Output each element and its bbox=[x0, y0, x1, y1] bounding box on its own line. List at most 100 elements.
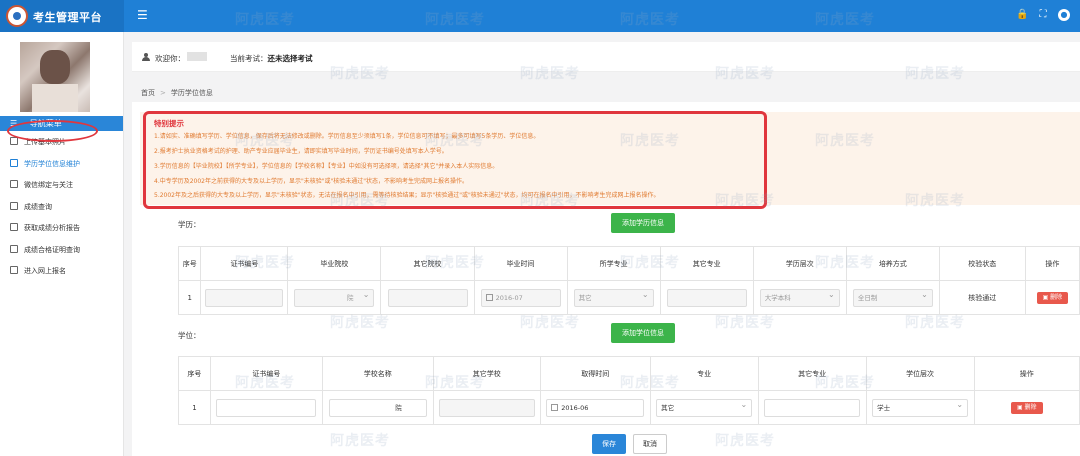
breadcrumb-current: 学历学位信息 bbox=[170, 89, 213, 97]
certificate-icon bbox=[10, 244, 18, 253]
delete-education-button[interactable]: ▣ 删除 bbox=[1036, 291, 1069, 304]
breadcrumb-home[interactable]: 首页 bbox=[141, 89, 155, 97]
top-bar: 考生管理平台 ☰ 🔒 ⛶ ● bbox=[0, 0, 1080, 32]
education-table: 序号 证书编号 毕业院校 其它院校 毕业时间 所学专业 其它专业 学历层次 培养… bbox=[177, 246, 1080, 315]
calendar-icon bbox=[485, 293, 493, 301]
major-select[interactable]: 其它 bbox=[573, 287, 654, 307]
brand: 考生管理平台 bbox=[0, 0, 124, 32]
column-header: 学位层次 bbox=[865, 356, 975, 391]
degree-level-select[interactable]: 学士 bbox=[872, 397, 969, 417]
user-icon[interactable]: ● bbox=[1058, 9, 1070, 21]
status-text: 核验通过 bbox=[938, 280, 1026, 315]
document-icon bbox=[10, 158, 18, 167]
level-select[interactable]: 大学本科 bbox=[759, 287, 840, 307]
table-row: 1 院 2016-06 其它 学士 ▣ 删除 bbox=[178, 390, 1080, 425]
row-index: 1 bbox=[177, 280, 202, 315]
column-header: 培养方式 bbox=[845, 246, 940, 281]
column-header: 其它专业 bbox=[757, 356, 867, 391]
logo-icon bbox=[6, 5, 28, 27]
add-degree-button[interactable]: 添加学位信息 bbox=[611, 323, 675, 343]
major-select[interactable]: 其它 bbox=[656, 397, 753, 417]
sidebar-item-label: 成绩合格证明查询 bbox=[24, 245, 80, 254]
top-icons: 🔒 ⛶ ● bbox=[1016, 9, 1070, 21]
exam-label: 当前考试： bbox=[230, 54, 268, 63]
degree-section-label: 学位： bbox=[178, 331, 201, 340]
column-header: 证书编号 bbox=[200, 246, 289, 281]
column-header: 其它专业 bbox=[659, 246, 754, 281]
grad-time-value: 2016-07 bbox=[495, 293, 523, 302]
sidebar-item-score-query[interactable]: 成绩查询 bbox=[0, 197, 123, 219]
lock-icon[interactable]: 🔒 bbox=[1016, 9, 1028, 21]
column-header: 其它院校 bbox=[380, 246, 475, 281]
mode-select[interactable]: 全日制 bbox=[852, 287, 933, 307]
app-title: 考生管理平台 bbox=[33, 11, 102, 24]
add-education-button[interactable]: 添加学历信息 bbox=[611, 213, 675, 233]
column-header: 操作 bbox=[973, 356, 1080, 391]
report-icon bbox=[10, 223, 18, 231]
highlight-circle bbox=[7, 120, 98, 142]
column-header: 所学专业 bbox=[566, 246, 661, 281]
delete-label: 删除 bbox=[1050, 293, 1063, 301]
enter-icon bbox=[10, 266, 18, 274]
column-header: 序号 bbox=[178, 356, 211, 391]
image-icon bbox=[10, 137, 18, 145]
sidebar-item-online-registration[interactable]: 进入网上报名 bbox=[0, 261, 123, 283]
sidebar-item-label: 获取成绩分析报告 bbox=[24, 224, 80, 232]
column-header: 操作 bbox=[1024, 246, 1080, 281]
delete-degree-button[interactable]: ▣ 删除 bbox=[1010, 401, 1043, 414]
sidebar-item-label: 成绩查询 bbox=[24, 202, 52, 211]
user-name-blurred bbox=[187, 52, 207, 61]
row-index: 1 bbox=[178, 390, 211, 425]
chat-icon bbox=[10, 180, 18, 188]
table-header-row: 序号 证书编号 毕业院校 其它院校 毕业时间 所学专业 其它专业 学历层次 培养… bbox=[177, 246, 1080, 281]
sidebar-item-certificate-query[interactable]: 成绩合格证明查询 bbox=[0, 240, 123, 262]
column-header: 毕业院校 bbox=[287, 246, 382, 281]
table-header-row: 序号 证书编号 学校名称 其它学校 取得时间 专业 其它专业 学位层次 操作 bbox=[178, 356, 1080, 391]
fullscreen-icon[interactable]: ⛶ bbox=[1037, 9, 1049, 21]
sidebar-item-label: 进入网上报名 bbox=[24, 267, 66, 275]
other-school-input[interactable] bbox=[438, 398, 535, 417]
sidebar-item-wechat[interactable]: 微信绑定与关注 bbox=[0, 175, 123, 197]
cancel-button[interactable]: 取消 bbox=[633, 434, 667, 454]
school-select[interactable]: 院 bbox=[294, 287, 375, 307]
sidebar-item-label: 学历学位信息维护 bbox=[24, 159, 80, 168]
calendar-icon bbox=[551, 403, 559, 411]
column-header: 学历层次 bbox=[752, 246, 847, 281]
table-row: 1 院 2016-07 其它 大学本科 全日制 核验通过 ▣ 删除 bbox=[177, 280, 1080, 315]
column-header: 取得时间 bbox=[539, 356, 651, 391]
cert-no-input[interactable] bbox=[216, 398, 317, 417]
cert-no-input[interactable] bbox=[205, 288, 284, 307]
delete-label: 删除 bbox=[1024, 403, 1037, 411]
column-header: 其它学校 bbox=[432, 356, 541, 391]
obtain-time-input[interactable]: 2016-06 bbox=[546, 398, 645, 417]
notice-highlight-frame bbox=[143, 111, 767, 209]
current-exam: 当前考试：还未选择考试 bbox=[230, 53, 313, 64]
sidebar-item-score-report[interactable]: 获取成绩分析报告 bbox=[0, 218, 123, 240]
exam-value: 还未选择考试 bbox=[267, 54, 313, 63]
degree-table: 序号 证书编号 学校名称 其它学校 取得时间 专业 其它专业 学位层次 操作 1… bbox=[178, 356, 1080, 425]
sidebar: ☰ 导航菜单 上传基本照片 学历学位信息维护 微信绑定与关注 成绩查询 获取成绩… bbox=[0, 32, 124, 456]
welcome-bar: 欢迎你： 当前考试：还未选择考试 bbox=[132, 42, 1080, 72]
column-header: 校验状态 bbox=[938, 246, 1026, 281]
trash-icon: ▣ bbox=[1016, 403, 1025, 411]
greeting: 欢迎你： bbox=[155, 54, 185, 63]
avatar bbox=[20, 42, 90, 112]
grad-time-input[interactable]: 2016-07 bbox=[480, 288, 561, 307]
column-header: 学校名称 bbox=[321, 356, 434, 391]
sidebar-item-education-info[interactable]: 学历学位信息维护 bbox=[0, 154, 123, 176]
education-section-label: 学历： bbox=[178, 220, 201, 229]
nav-list: 上传基本照片 学历学位信息维护 微信绑定与关注 成绩查询 获取成绩分析报告 成绩… bbox=[0, 132, 123, 283]
sidebar-item-label: 微信绑定与关注 bbox=[24, 181, 73, 189]
column-header: 序号 bbox=[177, 246, 202, 281]
user-icon bbox=[142, 53, 150, 61]
other-major-input[interactable] bbox=[666, 288, 747, 307]
chevron-right-icon: > bbox=[160, 89, 166, 97]
column-header: 毕业时间 bbox=[473, 246, 568, 281]
other-major-input[interactable] bbox=[764, 398, 861, 417]
save-button[interactable]: 保存 bbox=[592, 434, 626, 454]
other-school-input[interactable] bbox=[387, 288, 468, 307]
hamburger-icon[interactable]: ☰ bbox=[137, 9, 148, 21]
column-header: 证书编号 bbox=[209, 356, 323, 391]
breadcrumb: 首页 > 学历学位信息 bbox=[141, 88, 213, 98]
school-name-input[interactable]: 院 bbox=[328, 398, 427, 417]
